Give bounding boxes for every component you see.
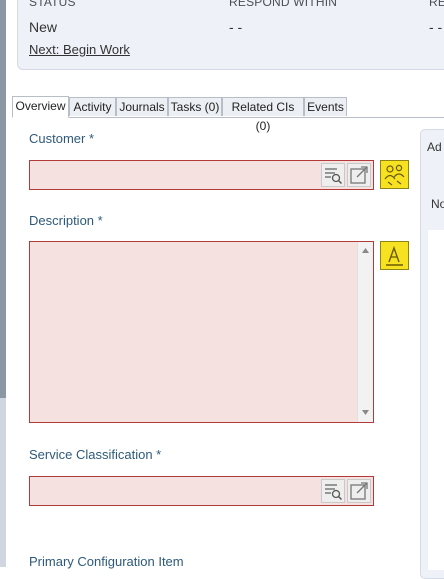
page-scrollbar[interactable] [0, 0, 6, 567]
open-record-icon[interactable] [347, 479, 371, 503]
service-classification-label: Service Classification * [29, 447, 162, 462]
tab-overview[interactable]: Overview [12, 96, 69, 118]
customer-label: Customer * [29, 131, 95, 146]
summary-panel [17, 0, 444, 70]
service-classification-input[interactable] [29, 476, 374, 506]
respond-within-value: - - [229, 19, 243, 35]
font-format-icon[interactable] [380, 241, 409, 270]
tab-events[interactable]: Events [304, 97, 347, 116]
contacts-icon[interactable] [380, 160, 409, 189]
third-column-value: - - [429, 19, 443, 35]
third-column-label: RE [429, 0, 444, 9]
tab-tasks[interactable]: Tasks (0) [168, 97, 222, 116]
side-panel-title: Ad [427, 140, 442, 154]
lookup-icon[interactable] [321, 479, 345, 503]
tab-related-cis[interactable]: Related CIs (0) [222, 97, 304, 133]
respond-within-label: RESPOND WITHIN [229, 0, 338, 9]
tab-journals[interactable]: Journals [116, 97, 168, 116]
status-value: New [29, 19, 58, 35]
status-label: STATUS [29, 0, 76, 9]
page-scrollbar-thumb[interactable] [0, 0, 6, 398]
description-scrollbar[interactable] [357, 242, 373, 422]
side-panel-text: No [431, 197, 444, 211]
open-record-icon[interactable] [347, 163, 371, 187]
customer-input[interactable] [29, 160, 374, 190]
next-step-link[interactable]: Next: Begin Work [29, 42, 130, 57]
tab-bar: Overview Activity Journals Tasks (0) Rel… [12, 96, 444, 133]
lookup-icon[interactable] [321, 163, 345, 187]
side-panel-content [428, 230, 444, 570]
description-textarea[interactable] [29, 241, 374, 423]
description-label: Description * [29, 213, 103, 228]
tab-activity[interactable]: Activity [69, 97, 116, 116]
